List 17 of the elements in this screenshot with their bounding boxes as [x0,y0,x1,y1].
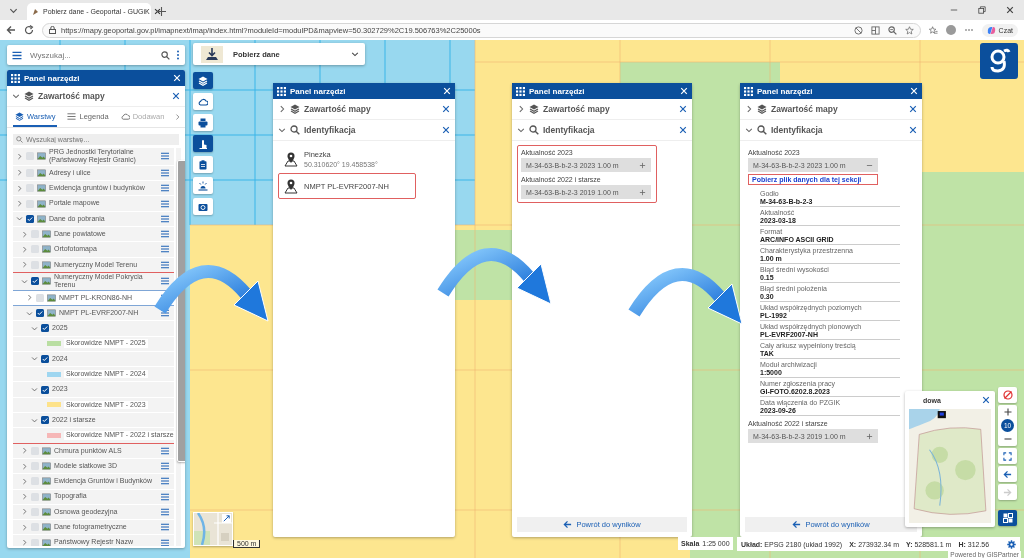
avatar[interactable] [945,25,956,35]
zoom-out-icon[interactable] [887,25,897,35]
favorites-icon[interactable] [928,25,938,35]
reload-icon[interactable] [24,25,34,35]
copilot-icon [986,25,996,35]
close-icon[interactable] [153,8,161,15]
favicon-icon [32,7,39,16]
minimize-icon[interactable] [950,6,958,14]
close-icon[interactable] [1006,6,1014,14]
back-icon[interactable] [6,25,16,35]
tracking-icon[interactable] [853,25,863,35]
lock-icon [49,26,56,34]
star-icon[interactable] [904,25,914,35]
restore-icon[interactable] [978,6,986,14]
more-icon[interactable] [963,28,974,32]
split-screen-icon[interactable] [870,25,880,35]
new-tab-icon[interactable] [157,7,166,16]
